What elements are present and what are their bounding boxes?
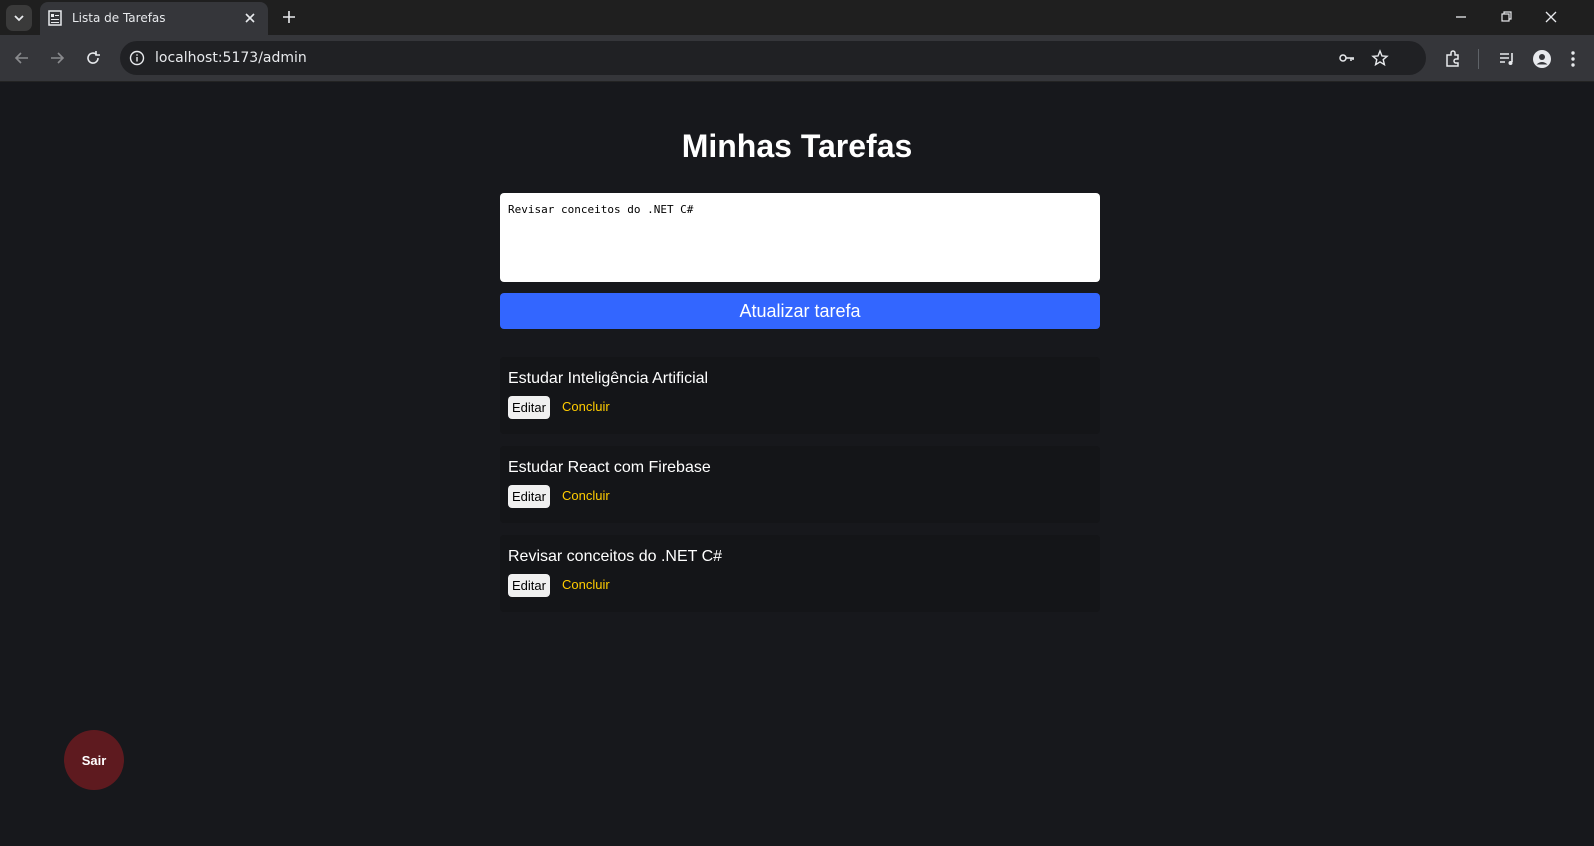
page-favicon-icon	[48, 10, 62, 26]
task-item: Revisar conceitos do .NET C# Editar Conc…	[500, 535, 1100, 612]
forward-icon[interactable]	[47, 48, 67, 68]
browser-tab-bar: Lista de Tarefas	[0, 0, 1594, 35]
key-icon[interactable]	[1338, 49, 1356, 67]
tab-title: Lista de Tarefas	[72, 11, 166, 25]
media-icon[interactable]	[1497, 49, 1517, 69]
page-title: Minhas Tarefas	[681, 128, 913, 164]
close-icon[interactable]	[242, 10, 258, 26]
task-text: Estudar React com Firebase	[508, 459, 711, 476]
info-icon[interactable]	[128, 49, 146, 67]
task-text: Revisar conceitos do .NET C#	[508, 548, 723, 565]
profile-icon[interactable]	[1532, 49, 1552, 69]
edit-button[interactable]: Editar	[508, 574, 550, 597]
complete-button[interactable]: Concluir	[562, 488, 610, 503]
task-item: Estudar Inteligência Artificial Editar C…	[500, 357, 1100, 434]
close-window-icon[interactable]	[1542, 8, 1560, 26]
extensions-icon[interactable]	[1443, 49, 1463, 69]
browser-tab[interactable]: Lista de Tarefas	[40, 2, 268, 35]
back-icon[interactable]	[12, 48, 32, 68]
toolbar-divider	[1478, 49, 1479, 69]
task-input[interactable]	[500, 193, 1100, 282]
star-icon[interactable]	[1371, 49, 1389, 67]
tab-list-button[interactable]	[6, 5, 32, 31]
menu-icon[interactable]	[1563, 49, 1583, 69]
task-list: Estudar Inteligência Artificial Editar C…	[500, 357, 1100, 624]
logout-button[interactable]: Sair	[64, 730, 124, 790]
edit-button[interactable]: Editar	[508, 396, 550, 419]
task-text: Estudar Inteligência Artificial	[508, 370, 709, 387]
url-text[interactable]: localhost:5173/admin	[155, 50, 307, 66]
restore-icon[interactable]	[1497, 8, 1515, 26]
address-bar[interactable]: localhost:5173/admin	[120, 41, 1426, 75]
chevron-down-icon	[14, 15, 24, 22]
minimize-icon[interactable]	[1452, 8, 1470, 26]
edit-button[interactable]: Editar	[508, 485, 550, 508]
browser-toolbar: localhost:5173/admin	[0, 35, 1594, 82]
complete-button[interactable]: Concluir	[562, 399, 610, 414]
complete-button[interactable]: Concluir	[562, 577, 610, 592]
plus-icon[interactable]	[280, 8, 298, 26]
page-content: Minhas Tarefas Atualizar tarefa Estudar …	[0, 82, 1594, 846]
update-task-button[interactable]: Atualizar tarefa	[500, 293, 1100, 329]
reload-icon[interactable]	[83, 48, 103, 68]
task-item: Estudar React com Firebase Editar Conclu…	[500, 446, 1100, 523]
